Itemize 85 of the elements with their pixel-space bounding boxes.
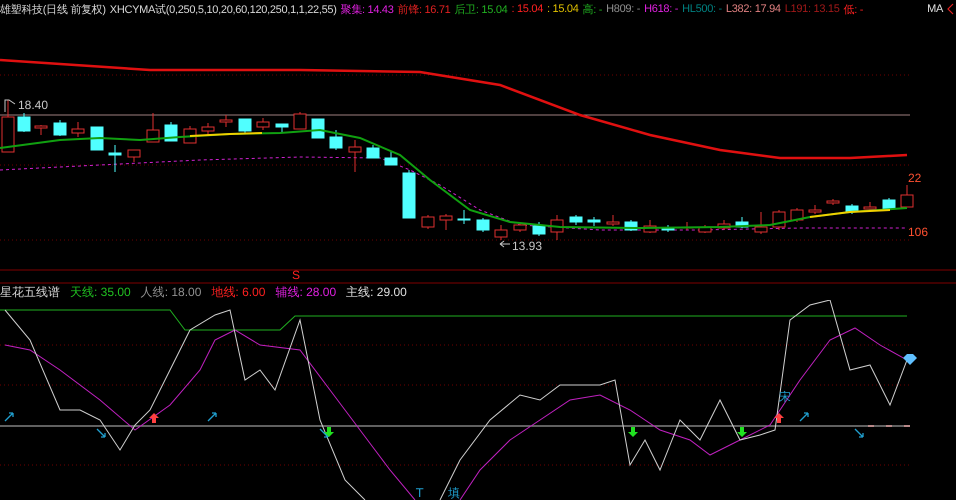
candlestick [422,214,434,230]
arrow-icon [854,428,864,438]
arrow-icon [799,412,809,422]
signal-label: 填 [448,486,460,500]
candlestick [256,118,270,130]
down-arrow-icon [628,427,638,437]
candlestick [54,120,66,136]
candlestick [34,124,48,136]
candlestick [366,144,380,158]
indicator-value: H618: - [644,3,678,15]
candlestick [900,184,914,208]
price-label: 13.93 [512,239,542,253]
indicator-value: 辅线: 28.00 [275,284,336,300]
candlestick [312,118,324,138]
candlestick [108,144,122,172]
arrow-icon [4,412,14,422]
candlestick [18,112,30,132]
stock-title: 雄塑科技(日线 前复权) [0,2,106,16]
candlestick [846,204,858,214]
indicator-formula: XHCYMA试(0,250,5,10,20,60,120,250,1,1,22,55) [110,2,337,16]
arrow-icon [500,240,510,248]
indicator-value: : 15.04 [547,3,579,15]
down-arrow-icon [324,427,334,437]
indicator-value: : 15.04 [511,3,544,15]
candlestick [514,222,526,232]
candlestick [550,214,564,240]
price-label: S [292,268,300,282]
candlestick [202,122,214,136]
indicator-value: 高: - [582,2,602,16]
price-label: 18.40 [18,98,48,112]
candlestick [644,220,656,234]
indicator-value: 天线: 35.00 [70,284,131,300]
up-arrow-icon [774,413,784,423]
candlestick [440,214,452,230]
indicator-value: HL500: - [682,3,722,15]
candlestick [532,222,546,236]
candlestick [90,126,104,150]
candlestick [606,214,620,226]
candlestick [294,112,306,130]
arrow-icon [96,428,106,438]
indicator-value: 低: - [844,2,864,16]
indicator-value: 前锋: 16.71 [398,2,451,16]
indicator-value: 主线: 29.00 [346,284,407,300]
candlestick [330,130,342,150]
candlestick [790,208,804,222]
price-label: 106 [908,225,928,239]
indicator-value: L191: 13.15 [784,3,840,15]
signal-label: T [416,486,424,500]
candlestick [476,218,490,232]
ma-label[interactable]: MA [927,3,943,15]
candlestick [718,220,730,230]
candlestick [128,150,140,162]
candlestick [72,122,84,138]
candlestick [808,204,822,214]
candlestick [276,124,288,132]
candlestick [402,170,416,218]
candlestick [384,152,398,166]
candlestick [494,224,508,240]
diamond-icon [903,354,917,365]
candlestick [882,198,896,210]
candlestick [736,216,748,228]
candlestick [220,114,232,128]
candlestick [864,202,876,210]
up-arrow-icon [149,413,159,423]
candlestick [698,224,712,234]
indicator-value: H809: - [606,3,640,15]
candlestick [238,118,252,134]
indicator-value: L382: 17.94 [726,3,781,15]
indicator-value: 聚集: 14.43 [340,2,394,16]
candlestick [146,112,160,142]
candlestick [570,214,582,226]
price-label: 22 [908,171,922,185]
candlestick [588,216,600,226]
indicator-value: 人线: 18.00 [140,284,202,300]
down-arrow-icon [737,427,747,437]
arrow-icon [207,412,217,422]
arrow-icon [319,428,329,438]
dash-marks-drawing [867,425,911,427]
candlestick [754,212,768,234]
indicator-value: 地线: 6.00 [211,284,266,300]
indicator-value: 后卫: 15.04 [454,2,508,16]
flag-icon [4,100,16,112]
candlestick [458,210,470,224]
indicator-title: 星花五线谱 [0,284,60,300]
candlestick [348,140,362,172]
